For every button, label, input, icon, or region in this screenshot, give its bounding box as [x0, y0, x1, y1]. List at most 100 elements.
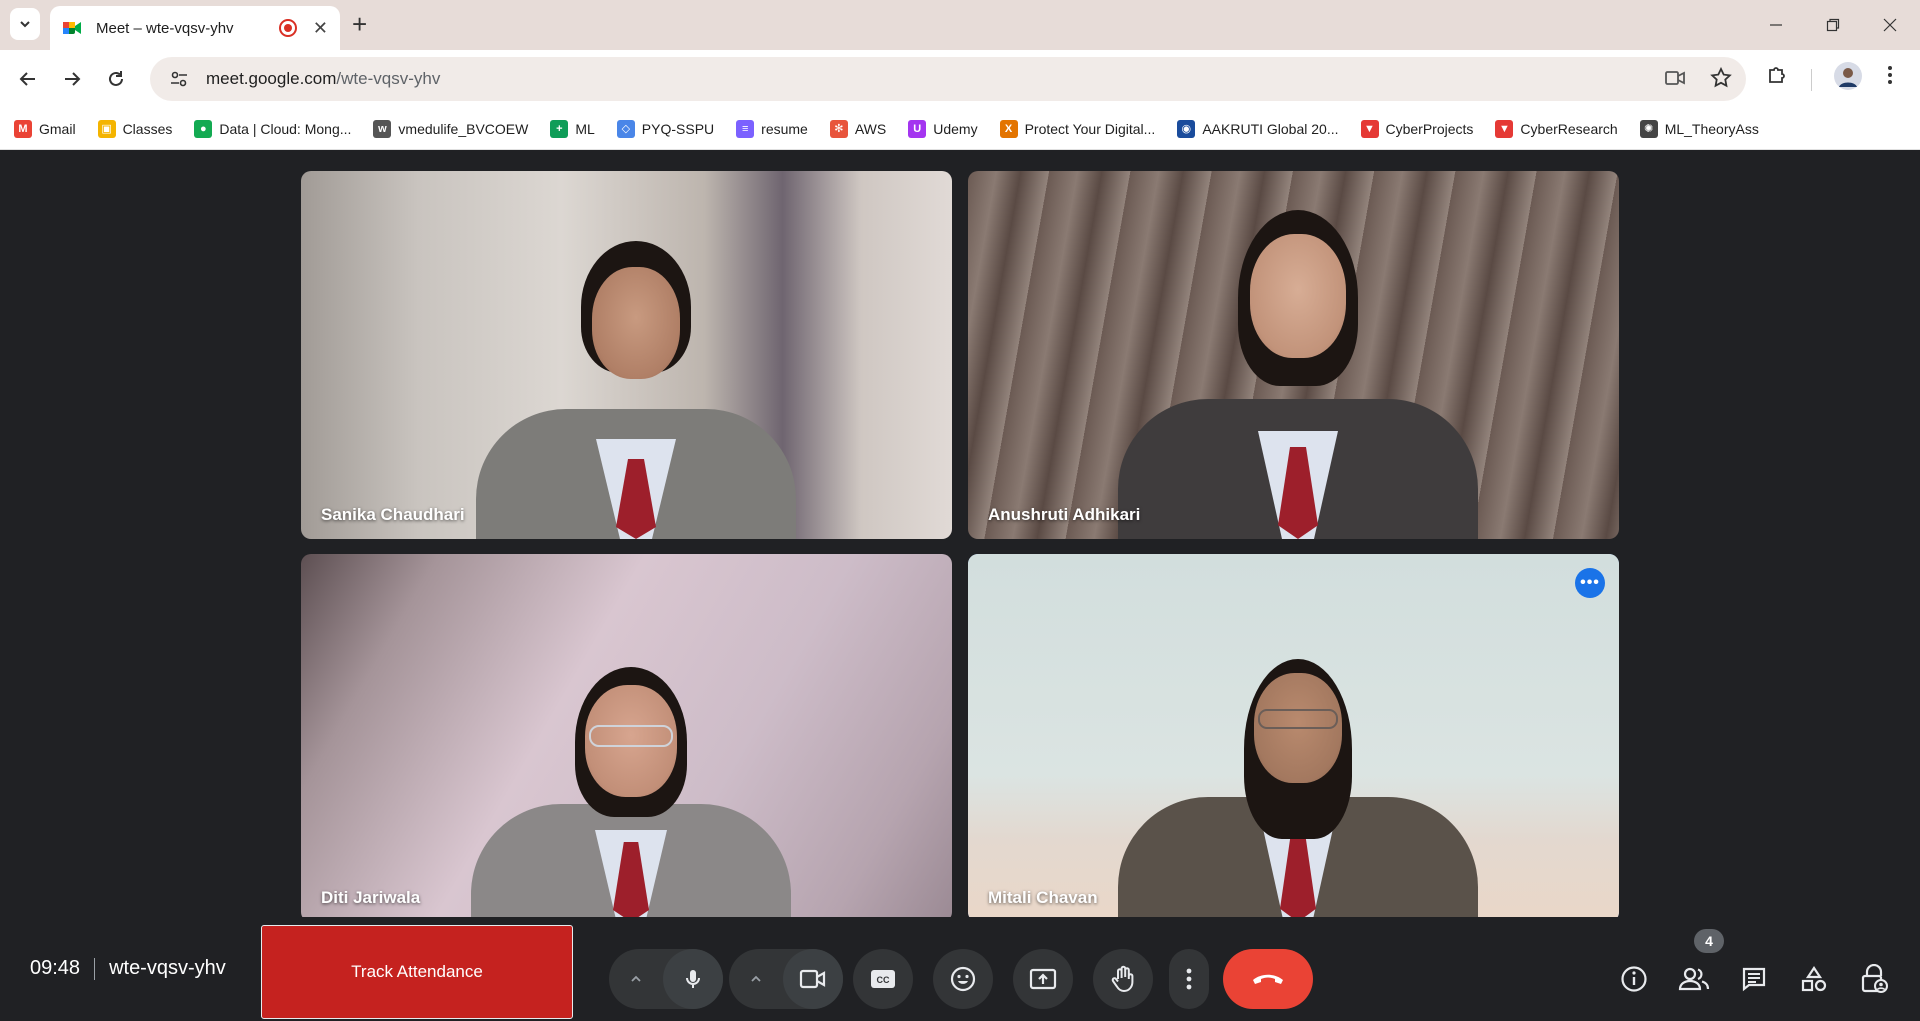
lock-person-icon [1861, 964, 1888, 993]
host-controls-button[interactable] [1852, 957, 1896, 1001]
bookmark-item[interactable]: X Protect Your Digital... [999, 119, 1156, 138]
bookmark-label: Udemy [933, 120, 978, 137]
chevron-down-icon [20, 21, 30, 28]
svg-text:CC: CC [877, 975, 890, 985]
raise-hand-button[interactable] [1093, 949, 1153, 1009]
bookmark-item[interactable]: ▼ CyberProjects [1360, 119, 1474, 138]
back-button[interactable] [12, 63, 44, 95]
meeting-details-button[interactable] [1612, 957, 1656, 1001]
camera-control [729, 949, 843, 1009]
site-info-button[interactable] [164, 64, 194, 94]
chat-button[interactable] [1732, 957, 1776, 1001]
browser-menu-button[interactable] [1880, 63, 1900, 92]
kebab-menu-icon [1888, 66, 1892, 84]
tab-search-button[interactable] [10, 8, 40, 40]
present-screen-button[interactable] [1013, 949, 1073, 1009]
info-icon [1621, 966, 1647, 992]
url-path: /wte-vqsv-yhv [336, 69, 441, 88]
audio-options-button[interactable] [609, 972, 663, 986]
profile-avatar[interactable] [1834, 62, 1862, 95]
bookmark-label: Gmail [39, 120, 76, 137]
bookmark-item[interactable]: ✺ ML_TheoryAss [1639, 119, 1759, 138]
restore-button[interactable] [1813, 10, 1853, 40]
bookmark-item[interactable]: ▣ Classes [97, 119, 172, 138]
arrow-right-icon [65, 72, 81, 86]
tab-strip: Meet – wte-vqsv-yhv ✕ + [0, 0, 1920, 50]
mongodb-icon: ● [194, 119, 213, 138]
puzzle-icon [1769, 67, 1785, 83]
bookmark-label: ML [575, 120, 595, 137]
reload-button[interactable] [100, 63, 132, 95]
bookmark-item[interactable]: ● Data | Cloud: Mong... [194, 119, 352, 138]
google-meet-icon [63, 22, 81, 34]
video-grid: Sanika Chaudhari Anushruti Adhikari Diti… [0, 150, 1920, 922]
bookmark-item[interactable]: ✻ AWS [829, 119, 886, 138]
bookmark-label: resume [761, 120, 808, 137]
bookmark-label: CyberProjects [1385, 120, 1474, 137]
browser-tab-meet[interactable]: Meet – wte-vqsv-yhv ✕ [50, 6, 340, 50]
people-count-badge: 4 [1694, 929, 1724, 953]
new-tab-button[interactable]: + [352, 10, 367, 38]
recording-icon [278, 19, 297, 37]
face [1250, 234, 1346, 358]
chevron-up-icon [631, 975, 641, 982]
meeting-info: 09:48 wte-vqsv-yhv [30, 957, 226, 980]
reload-icon [109, 71, 123, 86]
bookmark-label: vmedulife_BVCOEW [398, 120, 529, 137]
bookmark-item[interactable]: + ML [550, 119, 595, 138]
participant-tile-active[interactable]: ••• Mitali Chavan [968, 554, 1619, 922]
bookmark-star-icon[interactable] [1710, 67, 1732, 89]
tile-options-button[interactable]: ••• [1575, 568, 1605, 598]
camera-in-use-icon[interactable] [1664, 67, 1686, 89]
participant-video [1118, 194, 1478, 539]
bookmark-label: Protect Your Digital... [1024, 120, 1156, 137]
bookmark-item[interactable]: ◇ PYQ-SSPU [616, 119, 714, 138]
captions-button[interactable]: CC [853, 949, 913, 1009]
participant-tile[interactable]: Diti Jariwala [301, 554, 952, 922]
url-host: meet.google.com [206, 69, 337, 88]
participant-name: Sanika Chaudhari [321, 505, 465, 524]
cyberresearch-icon: ▼ [1495, 119, 1514, 138]
classes-icon: ▣ [97, 119, 116, 138]
close-window-button[interactable] [1870, 10, 1910, 40]
microphone-button[interactable] [663, 949, 723, 1009]
participant-tile[interactable]: Sanika Chaudhari [301, 171, 952, 539]
track-attendance-button[interactable]: Track Attendance [261, 925, 573, 1019]
people-icon [1678, 967, 1710, 991]
meeting-code: wte-vqsv-yhv [109, 957, 226, 979]
info-divider [94, 957, 96, 980]
extensions-button[interactable] [1766, 63, 1790, 92]
forward-button[interactable] [56, 63, 88, 95]
bookmark-item[interactable]: ≡ resume [736, 119, 808, 138]
browser-toolbar: meet.google.com/wte-vqsv-yhv [0, 50, 1920, 108]
video-options-button[interactable] [729, 972, 783, 986]
pyq-icon: ◇ [616, 119, 635, 138]
participant-name: Anushruti Adhikari [988, 505, 1141, 524]
close-tab-icon[interactable]: ✕ [313, 18, 328, 39]
participant-tile[interactable]: Anushruti Adhikari [968, 171, 1619, 539]
avatar-icon [1834, 62, 1862, 90]
bookmark-item[interactable]: ▼ CyberResearch [1495, 119, 1618, 138]
people-button[interactable] [1672, 957, 1716, 1001]
bookmark-item[interactable]: U Udemy [908, 119, 978, 138]
participant-name: Diti Jariwala [321, 888, 421, 907]
bookmark-item[interactable]: w vmedulife_BVCOEW [373, 119, 529, 138]
bookmark-item[interactable]: M Gmail [14, 119, 76, 138]
more-options-button[interactable] [1169, 949, 1209, 1009]
activities-button[interactable] [1792, 957, 1836, 1001]
tab-title: Meet – wte-vqsv-yhv [96, 19, 234, 37]
minimize-button[interactable] [1756, 10, 1796, 40]
bookmark-label: AAKRUTI Global 20... [1202, 120, 1339, 137]
kebab-menu-icon [1186, 968, 1192, 990]
address-bar[interactable]: meet.google.com/wte-vqsv-yhv [150, 57, 1746, 101]
closed-captions-icon: CC [871, 970, 895, 988]
chevron-up-icon [751, 975, 761, 982]
camera-button[interactable] [783, 949, 843, 1009]
participant-video [1118, 637, 1478, 922]
microphone-icon [686, 970, 700, 988]
reactions-button[interactable] [933, 949, 993, 1009]
leave-call-button[interactable] [1223, 949, 1313, 1009]
bookmark-item[interactable]: ◉ AAKRUTI Global 20... [1177, 119, 1339, 138]
arrow-left-icon [19, 72, 35, 86]
bookmark-label: Data | Cloud: Mong... [219, 120, 352, 137]
